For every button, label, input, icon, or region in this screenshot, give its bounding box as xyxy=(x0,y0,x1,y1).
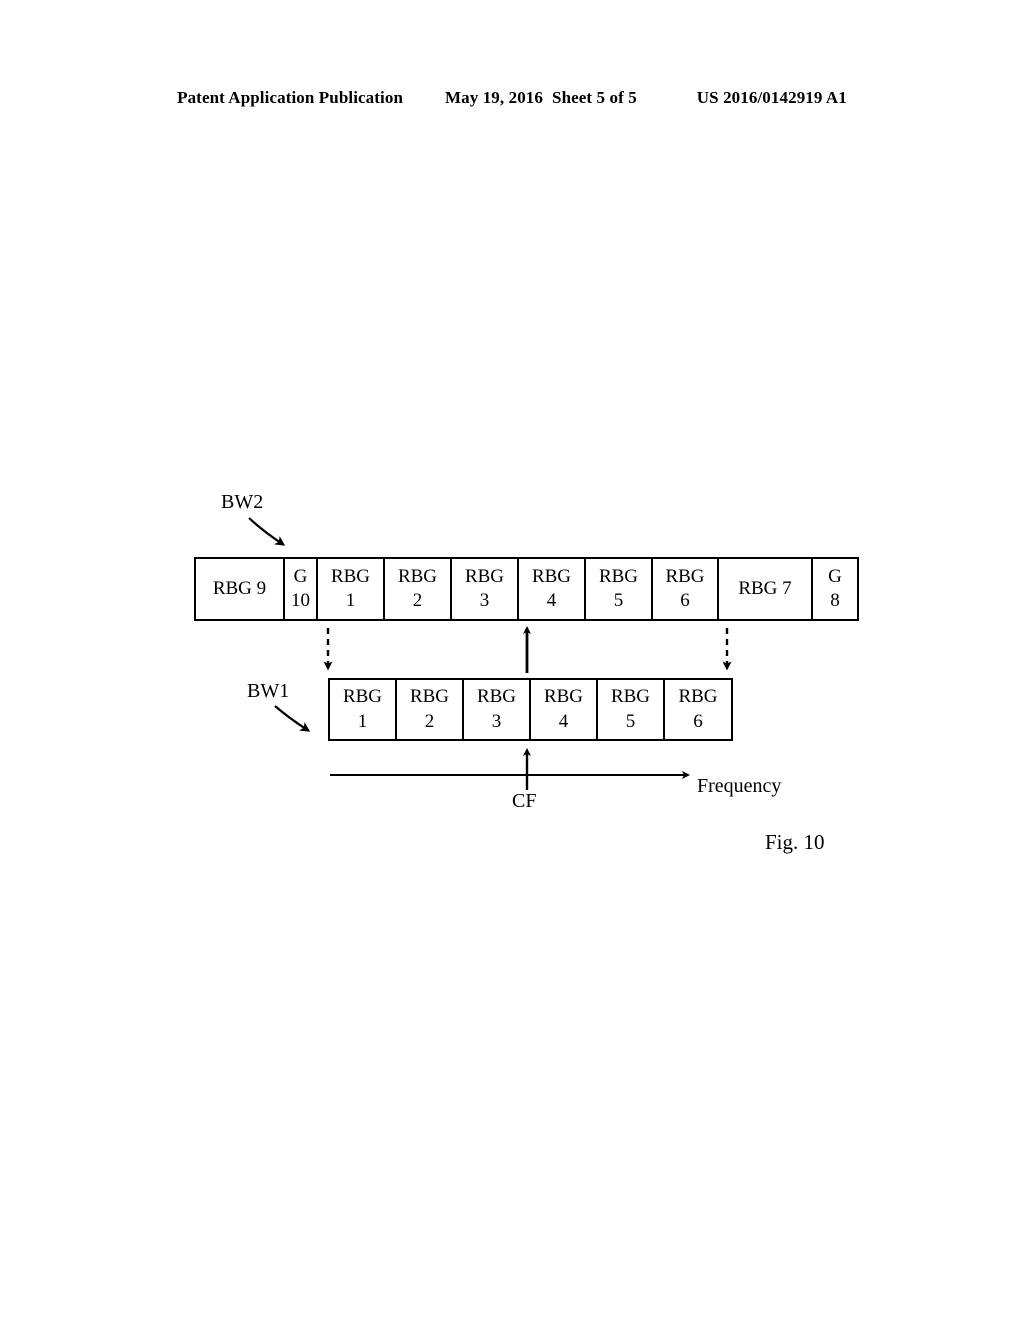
band-bw2-cell-6: RBG 4 xyxy=(519,559,586,619)
label-cf: CF xyxy=(512,790,537,812)
cell-label-line1: RBG 9 xyxy=(212,577,267,599)
cell-label-line1: RBG xyxy=(531,565,572,587)
band-bw2-cell-8: RBG 6 xyxy=(653,559,719,619)
cell-label-line1: RBG xyxy=(397,565,438,587)
cell-label-line2: 6 xyxy=(693,710,703,732)
cell-label-line1: RBG xyxy=(678,686,718,708)
cell-label-line2: 4 xyxy=(546,590,557,611)
cell-label-line2: 5 xyxy=(613,590,624,611)
cell-label-line1: G xyxy=(828,565,842,587)
band-bw2-cell-10: G8 xyxy=(813,559,857,619)
figure-caption: Fig. 10 xyxy=(765,830,825,854)
cell-label-line2: 1 xyxy=(345,590,356,611)
cell-label-line2: 6 xyxy=(680,590,690,611)
cell-label-line2: 5 xyxy=(625,710,636,732)
cell-label-line1: RBG xyxy=(610,686,651,708)
label-frequency-axis: Frequency xyxy=(697,775,782,797)
cell-label-line2: 10 xyxy=(291,590,310,611)
cell-label-line1: G xyxy=(293,565,308,587)
cell-label-line1: RBG xyxy=(476,686,517,708)
band-bw2-cell-3: RBG 1 xyxy=(318,559,385,619)
cell-label-line1: RBG xyxy=(464,565,505,587)
cell-label-line2: 4 xyxy=(558,710,569,732)
cell-label-line1: RBG xyxy=(330,565,371,587)
band-bw2-cell-1: RBG 9 xyxy=(196,559,285,619)
cell-label-line2: 1 xyxy=(357,710,368,732)
band-bw1-cell-4: RBG 4 xyxy=(531,680,598,739)
label-bw2: BW2 xyxy=(221,491,264,513)
band-bw1-cell-3: RBG 3 xyxy=(464,680,531,739)
figure-arrows-overlay xyxy=(248,517,732,790)
cell-label-line2: 3 xyxy=(491,710,502,732)
cell-label-line1: RBG xyxy=(665,565,705,587)
cell-label-line1: RBG xyxy=(598,565,639,587)
band-bw2-cell-9: RBG 7 xyxy=(719,559,813,619)
band-bw2-cell-7: RBG 5 xyxy=(586,559,653,619)
band-bw1-cell-5: RBG 5 xyxy=(598,680,665,739)
cell-label-line2: 2 xyxy=(424,710,435,732)
band-bw1-cell-1: RBG 1 xyxy=(330,680,397,739)
band-bw2: RBG 9 G 10 RBG 1 RBG 2 RBG 3 RBG 4 RBG 5 RBG 6 RBG 7G8 xyxy=(194,557,859,621)
figure-10: RBG 9 G 10 RBG 1 RBG 2 RBG 3 RBG 4 RBG 5 RBG 6 RBG 7G8 … xyxy=(0,0,1024,1320)
band-bw2-cell-2: G 10 xyxy=(285,559,318,619)
bw2-pointer-arrow xyxy=(248,517,286,546)
cell-label-line1: RBG xyxy=(543,686,584,708)
cell-label-line2: 8 xyxy=(830,590,840,611)
bw1-pointer-arrow xyxy=(274,705,311,732)
band-bw2-cell-4: RBG 2 xyxy=(385,559,452,619)
cell-label-line2: 2 xyxy=(412,590,423,611)
label-bw1: BW1 xyxy=(247,680,290,702)
band-bw1: RBG 1 RBG 2 RBG 3 RBG 4 RBG 5 RBG 6 xyxy=(328,678,733,741)
cell-label-line1: RBG 7 xyxy=(738,577,792,599)
cell-label-line1: RBG xyxy=(342,686,383,708)
band-bw1-cell-6: RBG 6 xyxy=(665,680,731,739)
cell-label-line1: RBG xyxy=(409,686,450,708)
band-bw1-cell-2: RBG 2 xyxy=(397,680,464,739)
band-bw2-cell-5: RBG 3 xyxy=(452,559,519,619)
cell-label-line2: 3 xyxy=(479,590,490,611)
